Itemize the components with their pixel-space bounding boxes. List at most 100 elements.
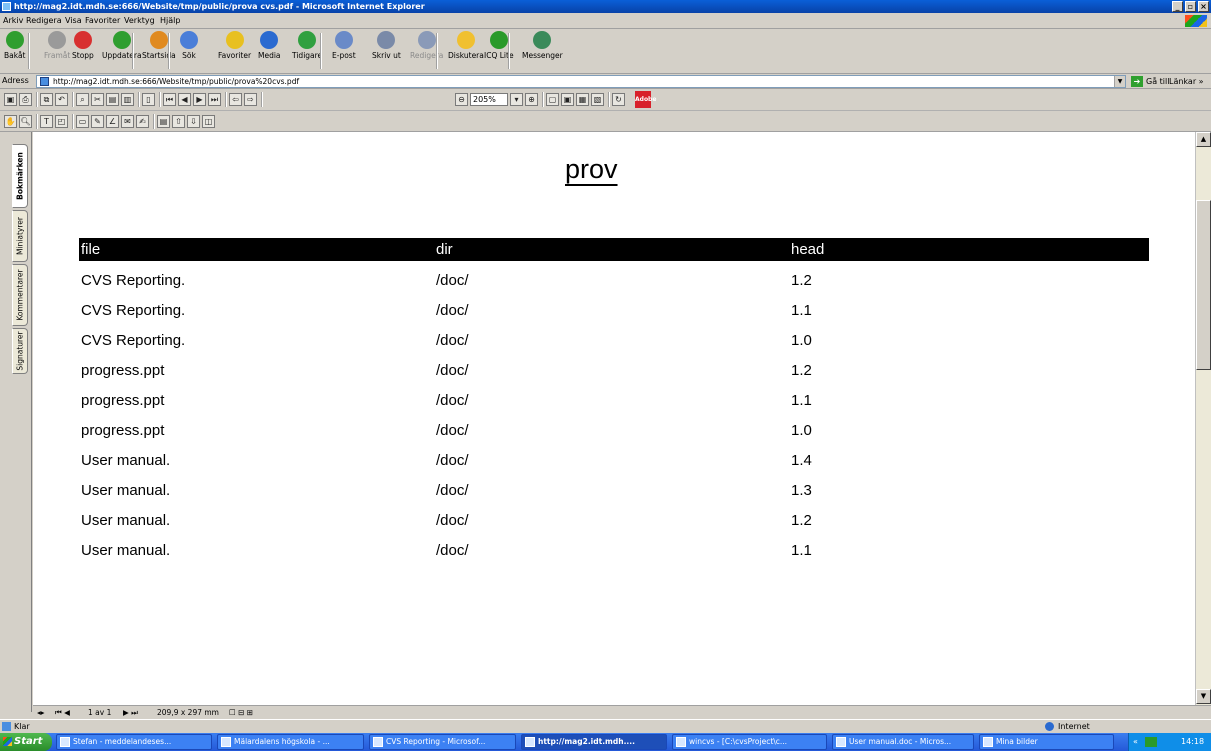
tab-thumbnails[interactable]: Miniatyrer: [12, 210, 28, 262]
framat-button[interactable]: Framåt: [44, 31, 70, 71]
stopp-button[interactable]: Stopp: [72, 31, 94, 71]
first-page-icon[interactable]: ⏮: [163, 93, 176, 106]
next-page-small-icon[interactable]: ▶ ⏭: [123, 708, 138, 718]
fit-visible-icon[interactable]: ▦: [576, 93, 589, 106]
go-arrow-icon[interactable]: ➔: [1131, 76, 1143, 87]
fit-page-icon[interactable]: ▤: [106, 93, 119, 106]
taskbar-item[interactable]: User manual.doc - Micros...: [832, 734, 974, 750]
menu-arkiv[interactable]: Arkiv: [3, 16, 23, 25]
next-page-icon[interactable]: ▶: [193, 93, 206, 106]
page-indicator[interactable]: 1 av 1: [88, 708, 111, 717]
minimize-button[interactable]: _: [1172, 1, 1183, 12]
cell-dir: /doc/: [436, 482, 469, 499]
diskutera-button[interactable]: Diskutera: [448, 31, 484, 71]
go-button[interactable]: Gå till: [1146, 77, 1169, 86]
links-button[interactable]: Länkar »: [1169, 77, 1204, 86]
actual-size-icon[interactable]: ▢: [546, 93, 559, 106]
taskbar-item[interactable]: http://mag2.idt.mdh....: [521, 734, 667, 750]
rotate-icon[interactable]: ↻: [612, 93, 625, 106]
media-button[interactable]: Media: [258, 31, 281, 71]
snapshot-icon[interactable]: ◰: [55, 115, 68, 128]
sign-icon[interactable]: ✍: [136, 115, 149, 128]
review-icon[interactable]: ▤: [157, 115, 170, 128]
tab-comments[interactable]: Kommentarer: [12, 264, 28, 326]
taskbar-item[interactable]: Mälardalens högskola - ...: [217, 734, 364, 750]
sok-button[interactable]: Sök: [180, 31, 198, 71]
download-icon[interactable]: ⇩: [187, 115, 200, 128]
undo-icon[interactable]: ↶: [55, 93, 68, 106]
pane-toggle-icon[interactable]: ◂▸: [37, 708, 45, 717]
uppdatera-button[interactable]: Uppdatera: [102, 31, 142, 71]
first-page-small-icon[interactable]: ⏮ ◀: [55, 708, 70, 718]
zoom-tool-icon[interactable]: 🔍︎: [19, 115, 32, 128]
tab-signatures[interactable]: Signaturer: [12, 328, 28, 374]
copy-icon[interactable]: ⧉: [40, 93, 53, 106]
address-input[interactable]: http://mag2.idt.mdh.se:666/Website/tmp/p…: [36, 75, 1126, 88]
taskbar-item[interactable]: Mina bilder: [979, 734, 1114, 750]
fit-window-icon[interactable]: ▣: [561, 93, 574, 106]
menu-hjalp[interactable]: Hjälp: [160, 16, 180, 25]
icq-tray-icon[interactable]: [1145, 737, 1157, 747]
menu-favoriter[interactable]: Favoriter: [85, 16, 120, 25]
reflow-icon[interactable]: ▧: [591, 93, 604, 106]
scroll-up-icon[interactable]: ▲: [1196, 132, 1211, 147]
zoom-field[interactable]: 205%: [470, 93, 508, 106]
hand-tool-icon[interactable]: ✋: [4, 115, 17, 128]
zoom-dropdown-icon[interactable]: ▾: [510, 93, 523, 106]
vertical-scrollbar[interactable]: ▲ ▼: [1195, 132, 1211, 705]
bakat-button[interactable]: Bakåt: [4, 31, 26, 71]
favoriter-button[interactable]: Favoriter: [218, 31, 251, 71]
tidigare-button[interactable]: Tidigare: [292, 31, 322, 71]
export-icon[interactable]: ◫: [202, 115, 215, 128]
toolbar-label: Startsida: [142, 51, 176, 60]
toolbar-label: Favoriter: [218, 51, 252, 60]
zoom-out-icon[interactable]: ⊖: [455, 93, 468, 106]
text-select-icon[interactable]: T: [40, 115, 53, 128]
startsida-button[interactable]: Startsida: [142, 31, 176, 71]
taskbar-item[interactable]: wincvs - [C:\cvsProject\c...: [672, 734, 827, 750]
scroll-down-icon[interactable]: ▼: [1196, 689, 1211, 704]
print-icon[interactable]: ⎙: [19, 93, 32, 106]
note-icon[interactable]: ▭: [76, 115, 89, 128]
find-icon[interactable]: ⌕: [76, 93, 89, 106]
menu-verktyg[interactable]: Verktyg: [124, 16, 155, 25]
address-value[interactable]: http://mag2.idt.mdh.se:666/Website/tmp/p…: [53, 77, 299, 86]
stamp-icon[interactable]: ✉: [121, 115, 134, 128]
clock[interactable]: 14:18: [1181, 737, 1204, 746]
zoom-in-icon[interactable]: ⊕: [525, 93, 538, 106]
taskbar-item[interactable]: Stefan - meddelandeses...: [56, 734, 212, 750]
e-post-button[interactable]: E-post: [332, 31, 356, 71]
highlight-icon[interactable]: ∠: [106, 115, 119, 128]
last-page-icon[interactable]: ⏭: [208, 93, 221, 106]
maximize-button[interactable]: ▫: [1185, 1, 1196, 12]
redigera-button[interactable]: Redigera: [410, 31, 443, 71]
spell-icon[interactable]: ✂: [91, 93, 104, 106]
taskbar-item[interactable]: CVS Reporting - Microsof...: [369, 734, 516, 750]
menu-visa[interactable]: Visa: [65, 16, 82, 25]
adobe-logo-icon[interactable]: Adobe: [635, 91, 656, 108]
skriv-ut-button[interactable]: Skriv ut: [372, 31, 401, 71]
save-icon[interactable]: ▣: [4, 93, 17, 106]
layout-single-icon[interactable]: ☐ ⊟ ⊞: [229, 708, 253, 717]
upload-icon[interactable]: ⇧: [172, 115, 185, 128]
app-icon: [525, 737, 535, 747]
back-view-icon[interactable]: ⇦: [229, 93, 242, 106]
forward-view-icon[interactable]: ⇨: [244, 93, 257, 106]
single-page-icon[interactable]: ▯: [142, 93, 155, 106]
pdf-document[interactable]: prov file dir head CVS Reporting. /doc/1.…: [33, 132, 1195, 705]
toolbar-label: Messenger: [522, 51, 563, 60]
tab-bookmarks[interactable]: Bokmärken: [12, 144, 28, 208]
window-title: http://mag2.idt.mdh.se:666/Website/tmp/p…: [14, 2, 425, 11]
close-button[interactable]: ×: [1198, 1, 1209, 12]
menu-redigera[interactable]: Redigera: [26, 16, 62, 25]
tray-expand-icon[interactable]: «: [1133, 737, 1138, 746]
menu-bar: Arkiv Redigera Visa Favoriter Verktyg Hj…: [0, 13, 1211, 29]
pencil-icon[interactable]: ✎: [91, 115, 104, 128]
scroll-thumb[interactable]: [1196, 200, 1211, 370]
prev-page-icon[interactable]: ◀: [178, 93, 191, 106]
start-button[interactable]: Start: [0, 733, 52, 751]
back-arrow-icon: [5, 31, 24, 49]
messenger-button[interactable]: Messenger: [522, 31, 563, 71]
fit-width-icon[interactable]: ▥: [121, 93, 134, 106]
address-dropdown-icon[interactable]: ▼: [1114, 76, 1125, 87]
